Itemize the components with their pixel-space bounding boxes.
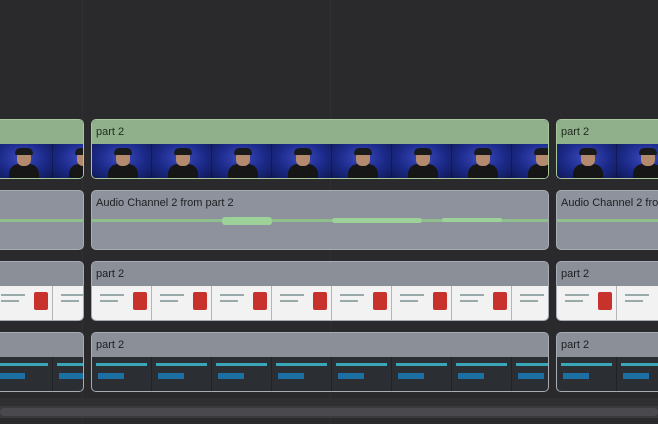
- app-frame-thumbnail: [212, 357, 272, 391]
- audio-waveform: [92, 217, 548, 225]
- screen-clip[interactable]: [0, 332, 84, 392]
- timeline-bottom-band: [0, 398, 658, 406]
- screen-filmstrip: [557, 357, 658, 391]
- video-frame-thumbnail: [392, 144, 452, 178]
- video-frame-thumbnail: [557, 144, 617, 178]
- clip-label: part 2: [92, 120, 548, 144]
- document-frame-thumbnail: [512, 286, 548, 320]
- screen-clip[interactable]: part 2: [91, 332, 549, 392]
- scrollbar-thumb[interactable]: [0, 408, 658, 416]
- app-frame-thumbnail: [152, 357, 212, 391]
- video-frame-thumbnail: [152, 144, 212, 178]
- audio-waveform: [557, 219, 658, 222]
- clip-label: part 2: [557, 333, 658, 357]
- timeline[interactable]: part 2 part 2 Audio Channel 2 from part …: [0, 0, 658, 424]
- video-filmstrip: [92, 144, 548, 178]
- screen-clip[interactable]: part 2: [91, 261, 549, 321]
- app-frame-thumbnail: [332, 357, 392, 391]
- app-frame-thumbnail: [392, 357, 452, 391]
- document-frame-thumbnail: [152, 286, 212, 320]
- document-frame-thumbnail: [617, 286, 658, 320]
- video-frame-thumbnail: [512, 144, 548, 178]
- document-frame-thumbnail: [0, 286, 53, 320]
- video-frame-thumbnail: [452, 144, 512, 178]
- audio-clip[interactable]: Audio Channel 2 from part 2: [91, 190, 549, 250]
- video-clip[interactable]: part 2: [91, 119, 549, 179]
- clip-label: Audio Channel 2 from part 2: [96, 197, 234, 209]
- document-frame-thumbnail: [272, 286, 332, 320]
- video-frame-thumbnail: [272, 144, 332, 178]
- app-frame-thumbnail: [53, 357, 83, 391]
- clip-label: part 2: [557, 262, 658, 286]
- screen-filmstrip: [557, 286, 658, 320]
- screen-clip[interactable]: part 2: [556, 332, 658, 392]
- video-filmstrip: [0, 144, 83, 178]
- video-frame-thumbnail: [212, 144, 272, 178]
- clip-label: [0, 262, 83, 286]
- screen-filmstrip: [92, 357, 548, 391]
- clip-label: part 2: [92, 333, 548, 357]
- screen-filmstrip: [0, 286, 83, 320]
- document-frame-thumbnail: [392, 286, 452, 320]
- clip-label: Audio Channel 2 from: [561, 197, 658, 209]
- screen-filmstrip: [0, 357, 83, 391]
- app-frame-thumbnail: [452, 357, 512, 391]
- video-clip[interactable]: part 2: [556, 119, 658, 179]
- video-clip[interactable]: [0, 119, 84, 179]
- app-frame-thumbnail: [0, 357, 53, 391]
- clip-label: part 2: [557, 120, 658, 144]
- app-frame-thumbnail: [92, 357, 152, 391]
- video-frame-thumbnail: [0, 144, 53, 178]
- screen-clip[interactable]: part 2: [556, 261, 658, 321]
- video-filmstrip: [557, 144, 658, 178]
- clip-label: [0, 191, 83, 215]
- video-frame-thumbnail: [92, 144, 152, 178]
- document-frame-thumbnail: [452, 286, 512, 320]
- document-frame-thumbnail: [557, 286, 617, 320]
- clip-label: [0, 333, 83, 357]
- document-frame-thumbnail: [332, 286, 392, 320]
- document-frame-thumbnail: [53, 286, 83, 320]
- audio-clip[interactable]: [0, 190, 84, 250]
- clip-label: [0, 120, 83, 144]
- document-frame-thumbnail: [92, 286, 152, 320]
- app-frame-thumbnail: [272, 357, 332, 391]
- screen-filmstrip: [92, 286, 548, 320]
- video-frame-thumbnail: [332, 144, 392, 178]
- clip-label: part 2: [92, 262, 548, 286]
- app-frame-thumbnail: [617, 357, 658, 391]
- audio-clip[interactable]: Audio Channel 2 from: [556, 190, 658, 250]
- video-frame-thumbnail: [53, 144, 83, 178]
- audio-waveform: [0, 219, 83, 222]
- document-frame-thumbnail: [212, 286, 272, 320]
- app-frame-thumbnail: [512, 357, 548, 391]
- horizontal-scrollbar[interactable]: [0, 406, 658, 418]
- screen-clip[interactable]: [0, 261, 84, 321]
- video-frame-thumbnail: [617, 144, 658, 178]
- app-frame-thumbnail: [557, 357, 617, 391]
